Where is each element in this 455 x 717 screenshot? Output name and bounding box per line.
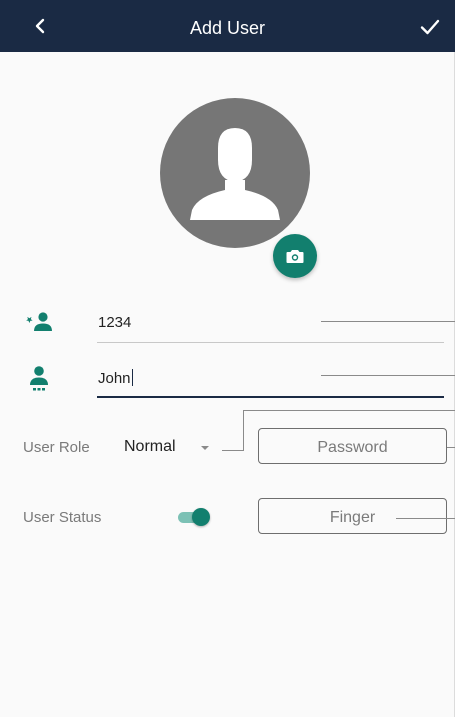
user-id-icon — [24, 310, 54, 334]
dropdown-arrow-icon[interactable] — [201, 446, 209, 450]
user-name-connector — [321, 375, 455, 376]
role-connector-v — [243, 410, 244, 451]
user-id-input[interactable]: 1234 — [98, 314, 131, 331]
user-role-label: User Role — [23, 439, 90, 456]
text-cursor — [131, 369, 133, 386]
change-photo-button[interactable] — [273, 234, 317, 278]
password-connector — [447, 447, 455, 448]
avatar[interactable] — [160, 98, 310, 248]
user-name-underline — [97, 396, 444, 398]
app-bar: Add User — [0, 0, 455, 52]
finger-connector — [396, 518, 455, 519]
toggle-thumb — [192, 508, 210, 526]
camera-icon — [286, 250, 304, 263]
page-title: Add User — [189, 18, 266, 38]
person-silhouette-icon — [190, 128, 280, 220]
role-connector-h — [222, 450, 244, 451]
confirm-button[interactable] — [415, 12, 445, 42]
check-icon — [420, 19, 440, 35]
add-user-screen: Add User 1234 John User Role Normal Pass… — [0, 0, 455, 717]
role-connector-top — [243, 410, 455, 411]
finger-button[interactable]: Finger — [258, 498, 447, 534]
password-button[interactable]: Password — [258, 428, 447, 464]
user-id-connector — [321, 321, 455, 322]
user-status-label: User Status — [23, 509, 102, 526]
user-name-input[interactable]: John — [98, 369, 133, 387]
user-role-select[interactable]: Normal — [124, 438, 176, 456]
user-name-icon — [26, 364, 52, 394]
user-status-toggle[interactable] — [178, 508, 210, 526]
user-id-underline — [97, 342, 444, 343]
user-name-value: John — [98, 370, 131, 387]
